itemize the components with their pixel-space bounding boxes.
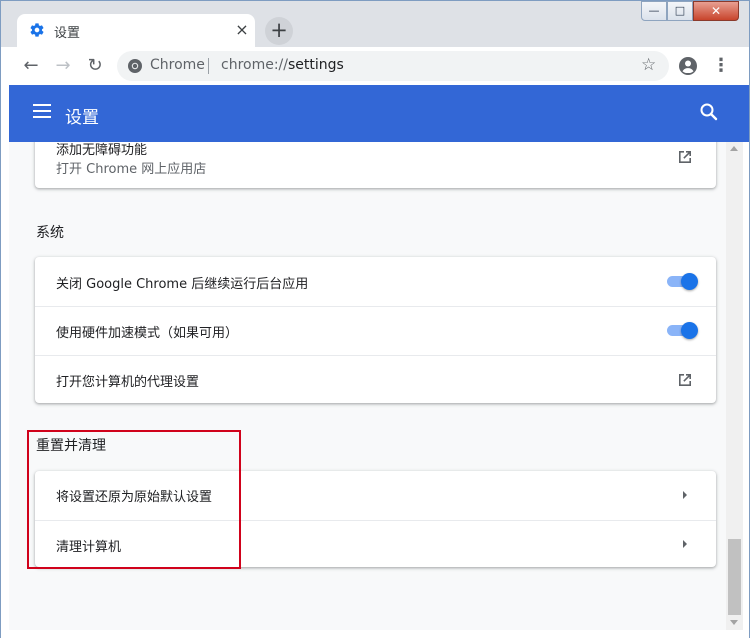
open-webstore-label: 打开 Chrome 网上应用店 (56, 162, 207, 177)
section-title-system: 系统 (36, 225, 64, 241)
hardware-acceleration-row[interactable]: 使用硬件加速模式（如果可用） (35, 306, 716, 355)
window-frame-bottom (1, 630, 749, 638)
scrollbar[interactable] (726, 142, 743, 630)
hardware-acceleration-label: 使用硬件加速模式（如果可用） (56, 326, 239, 341)
window-frame-right (743, 142, 749, 638)
toggle-knob (681, 322, 698, 339)
profile-avatar-icon[interactable] (678, 56, 698, 76)
hardware-acceleration-toggle[interactable] (665, 322, 698, 339)
external-link-icon[interactable] (677, 149, 693, 165)
browser-toolbar: ← → ↻ Chrome chrome://settings ☆ ⋮ (1, 47, 749, 85)
toggle-knob (681, 273, 698, 290)
scroll-up-icon[interactable] (730, 146, 738, 151)
external-link-icon[interactable] (677, 372, 693, 388)
chevron-right-icon (683, 540, 687, 548)
close-icon: ✕ (710, 4, 722, 18)
tab-settings[interactable]: 设置 × (17, 14, 255, 47)
background-apps-label: 关闭 Google Chrome 后继续运行后台应用 (56, 277, 309, 292)
address-bar[interactable]: Chrome chrome://settings ☆ (117, 51, 669, 81)
address-separator (208, 58, 209, 74)
site-name: Chrome (150, 57, 205, 73)
search-icon[interactable] (699, 102, 719, 122)
chevron-right-icon (683, 491, 687, 499)
system-card: 关闭 Google Chrome 后继续运行后台应用 使用硬件加速模式（如果可用… (35, 257, 716, 403)
close-window-button[interactable]: ✕ (693, 1, 739, 21)
background-apps-toggle[interactable] (665, 273, 698, 290)
reload-button[interactable]: ↻ (81, 52, 109, 80)
add-accessibility-label: 添加无障碍功能 (56, 143, 148, 158)
tab-strip: 设置 × + — □ ✕ (1, 1, 749, 47)
gear-icon (30, 23, 44, 37)
new-tab-button[interactable]: + (265, 17, 293, 45)
back-button[interactable]: ← (17, 52, 45, 80)
hamburger-menu-icon[interactable] (33, 104, 51, 118)
proxy-settings-label: 打开您计算机的代理设置 (56, 375, 200, 390)
highlight-box (27, 430, 241, 569)
tab-close-icon[interactable]: × (233, 19, 251, 41)
add-accessibility-row[interactable]: 添加无障碍功能 打开 Chrome 网上应用店 (35, 142, 716, 188)
settings-header: 设置 (9, 85, 749, 142)
tab-title: 设置 (54, 26, 81, 41)
url-path: settings (288, 57, 344, 73)
forward-button[interactable]: → (49, 52, 77, 80)
scroll-down-icon[interactable] (730, 620, 738, 625)
maximize-icon: □ (674, 4, 686, 17)
url-scheme: chrome:// (221, 57, 288, 73)
minimize-button[interactable]: — (641, 1, 667, 21)
background-apps-row[interactable]: 关闭 Google Chrome 后继续运行后台应用 (35, 257, 716, 306)
chrome-menu-button[interactable]: ⋮ (707, 52, 735, 80)
accessibility-card: 添加无障碍功能 打开 Chrome 网上应用店 (35, 142, 716, 188)
browser-window: 设置 × + — □ ✕ ← → ↻ Chrome chrome://setti… (0, 0, 750, 638)
settings-content: 添加无障碍功能 打开 Chrome 网上应用店 系统 关闭 Google Chr… (9, 142, 726, 630)
minimize-icon: — (648, 4, 660, 17)
page-title: 设置 (65, 108, 99, 128)
maximize-button[interactable]: □ (667, 1, 693, 21)
scrollbar-thumb[interactable] (728, 539, 741, 615)
proxy-settings-row[interactable]: 打开您计算机的代理设置 (35, 355, 716, 403)
bookmark-star-icon[interactable]: ☆ (641, 55, 656, 75)
chrome-icon (128, 59, 142, 73)
url-text: chrome://settings (221, 57, 344, 73)
